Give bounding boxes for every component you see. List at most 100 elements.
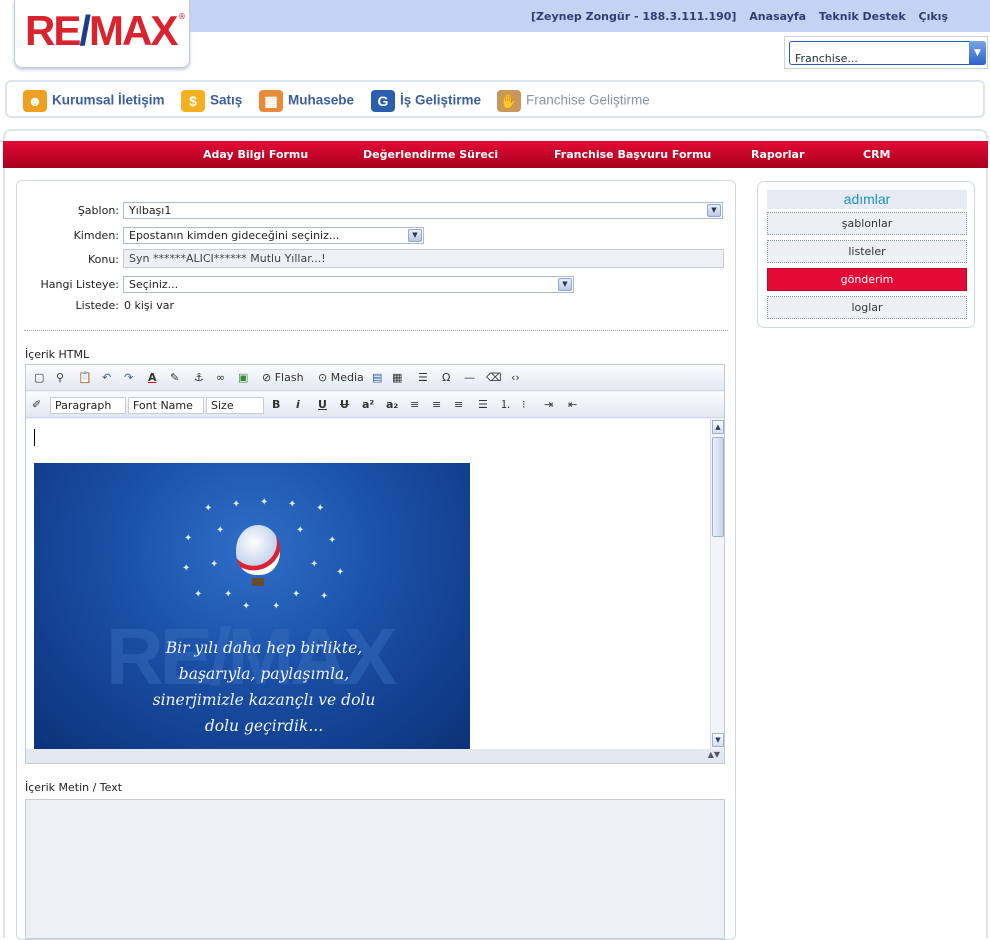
editor-resize-bar[interactable]: ▲▼ (26, 749, 724, 763)
newyear-card-image: RE/MAX ✦ ✦ ✦ ✦ ✦ ✦ ✦ ✦ ✦ ✦ ✦ ✦ ✦ ✦ ✦ ✦ ✦… (34, 463, 470, 749)
table-icon[interactable]: ▤ (372, 370, 382, 386)
nav-crm[interactable]: CRM (863, 148, 891, 161)
nav-degerlendirme-sureci[interactable]: Değerlendirme Süreci (363, 148, 498, 161)
bold-icon[interactable]: B (272, 397, 280, 413)
kimden-label: Kimden: (73, 229, 119, 242)
listede-label: Listede: (75, 299, 119, 312)
font-name-select[interactable]: Font Name (128, 397, 204, 414)
remax-logo[interactable]: RE/MAX ® (14, 0, 190, 68)
logout-link[interactable]: Çıkış (919, 10, 948, 23)
scroll-thumb[interactable] (712, 437, 724, 537)
ordered-list-icon[interactable]: ⒈ (500, 397, 511, 413)
eraser-icon[interactable]: ⌫ (486, 370, 502, 386)
icerik-metin-label: İçerik Metin / Text (25, 781, 123, 794)
handshake-icon: ✋ (497, 90, 521, 112)
editor-toolbar-1: ▢ ⚲ 📋 ↶ ↷ A ✎ ⚓ ∞ ▣ ⊘ Flash ⊙ Media ▤ ▦ … (26, 365, 724, 391)
steps-title: adımlar (767, 190, 967, 209)
editor-toolbar-2: ✐ Paragraph Font Name Size B i U U a² a₂… (26, 392, 724, 418)
module-kurumsal-iletisim[interactable]: ☻ Kurumsal İletişim (23, 90, 165, 112)
scroll-up-icon[interactable]: ▲ (712, 420, 724, 434)
justify-icon[interactable]: ☰ (478, 397, 488, 413)
fullscreen-icon[interactable]: ▢ (34, 370, 44, 386)
module-franchise-gelistirme[interactable]: ✋ Franchise Geliştirme (497, 90, 650, 112)
icerik-html-label: İçerik HTML (25, 348, 90, 361)
step-sablonlar[interactable]: şablonlar (767, 212, 967, 235)
subscript-icon[interactable]: a₂ (386, 397, 398, 413)
editor-content[interactable]: RE/MAX ✦ ✦ ✦ ✦ ✦ ✦ ✦ ✦ ✦ ✦ ✦ ✦ ✦ ✦ ✦ ✦ ✦… (26, 419, 710, 749)
nav-aday-bilgi-formu[interactable]: Aday Bilgi Formu (203, 148, 308, 161)
edit-table-icon[interactable]: ▦ (392, 370, 402, 386)
chevron-down-icon: ▼ (558, 278, 572, 291)
liste-select[interactable]: Seçiniz... ▼ (123, 276, 574, 293)
indent-icon[interactable]: ⇥ (544, 397, 553, 413)
paste-icon[interactable]: 📋 (78, 370, 92, 386)
text-content-area[interactable] (25, 799, 725, 939)
franchise-select[interactable]: Franchise... ▼ (789, 41, 986, 65)
align-right-icon[interactable]: ≡ (454, 397, 463, 413)
liste-label: Hangi Listeye: (40, 278, 120, 291)
user-info: [Zeynep Zongür - 188.3.111.190] (531, 10, 737, 23)
divider (24, 330, 728, 331)
flash-button[interactable]: ⊘ Flash (262, 370, 304, 386)
module-satis[interactable]: $ Satış (181, 90, 242, 112)
franchise-select-wrapper: Franchise... ▼ (784, 36, 988, 69)
align-center-icon[interactable]: ≡ (432, 397, 441, 413)
step-loglar[interactable]: loglar (767, 296, 967, 319)
editor-scrollbar[interactable]: ▲ ▼ (710, 419, 724, 749)
balloon-logo (236, 525, 280, 575)
size-select[interactable]: Size (206, 397, 264, 414)
people-icon: ☻ (23, 90, 47, 112)
html-editor: ▢ ⚲ 📋 ↶ ↷ A ✎ ⚓ ∞ ▣ ⊘ Flash ⊙ Media ▤ ▦ … (25, 364, 725, 764)
steps-panel: adımlar şablonlar listeler gönderim logl… (757, 181, 975, 328)
chevron-down-icon: ▼ (707, 204, 721, 217)
link-icon[interactable]: ∞ (216, 370, 225, 386)
accounting-icon: ▦ (259, 90, 283, 112)
card-poem: Bir yılı daha hep birlikte, başarıyla, p… (152, 639, 376, 735)
italic-icon[interactable]: i (296, 397, 300, 413)
scroll-down-icon[interactable]: ▼ (712, 733, 724, 747)
find-icon[interactable]: ⚲ (56, 370, 64, 386)
source-code-icon[interactable]: ‹› (511, 370, 520, 386)
horizontal-rule-icon[interactable]: — (464, 370, 475, 386)
konu-input[interactable]: Syn ******ALICI****** Mutlu Yıllar...! (123, 249, 724, 268)
support-link[interactable]: Teknik Destek (819, 10, 906, 23)
logo-text: RE/MAX (25, 7, 178, 54)
sablon-label: Şablon: (77, 204, 119, 217)
layer-icon[interactable]: ☰ (418, 370, 428, 386)
format-icon[interactable]: ✐ (32, 397, 41, 413)
business-icon: G (371, 90, 395, 112)
step-gonderim[interactable]: gönderim (767, 268, 967, 291)
anchor-icon[interactable]: ⚓ (194, 370, 204, 386)
image-icon[interactable]: ▣ (238, 370, 248, 386)
superscript-icon[interactable]: a² (362, 397, 374, 413)
konu-label: Konu: (87, 253, 119, 266)
module-muhasebe[interactable]: ▦ Muhasebe (259, 90, 354, 112)
nav-franchise-basvuru-formu[interactable]: Franchise Başvuru Formu (554, 148, 711, 161)
franchise-select-value: Franchise... (795, 52, 858, 65)
special-char-icon[interactable]: Ω (442, 370, 450, 386)
unordered-list-icon[interactable]: ⁝ (522, 397, 526, 413)
underline-icon[interactable]: U (318, 397, 327, 413)
top-nav: [Zeynep Zongür - 188.3.111.190] Anasayfa… (531, 10, 948, 23)
outdent-icon[interactable]: ⇤ (568, 397, 577, 413)
media-button[interactable]: ⊙ Media (318, 370, 364, 386)
top-bar: [Zeynep Zongür - 188.3.111.190] Anasayfa… (186, 0, 990, 32)
redo-icon[interactable]: ↷ (124, 370, 133, 386)
chevron-down-icon[interactable]: ▼ (969, 41, 986, 65)
undo-icon[interactable]: ↶ (102, 370, 111, 386)
text-color-icon[interactable]: A (148, 370, 157, 386)
resize-icon[interactable]: ▲▼ (708, 750, 720, 759)
step-listeler[interactable]: listeler (767, 240, 967, 263)
home-link[interactable]: Anasayfa (749, 10, 806, 23)
module-bar: ☻ Kurumsal İletişim $ Satış ▦ Muhasebe G İş … (5, 80, 985, 118)
chevron-down-icon: ▼ (408, 229, 422, 242)
paragraph-select[interactable]: Paragraph (50, 397, 126, 414)
kimden-select[interactable]: Epostanın kimden gideceğini seçiniz... ▼ (123, 227, 424, 244)
highlight-icon[interactable]: ✎ (170, 370, 179, 386)
module-is-gelistirme[interactable]: G İş Geliştirme (371, 90, 481, 112)
nav-raporlar[interactable]: Raporlar (751, 148, 804, 161)
sablon-select[interactable]: Yılbaşı1 ▼ (123, 202, 723, 219)
align-left-icon[interactable]: ≡ (410, 397, 419, 413)
main-nav: Aday Bilgi Formu Değerlendirme Süreci Fr… (3, 141, 988, 168)
strikethrough-icon[interactable]: U (340, 397, 349, 413)
